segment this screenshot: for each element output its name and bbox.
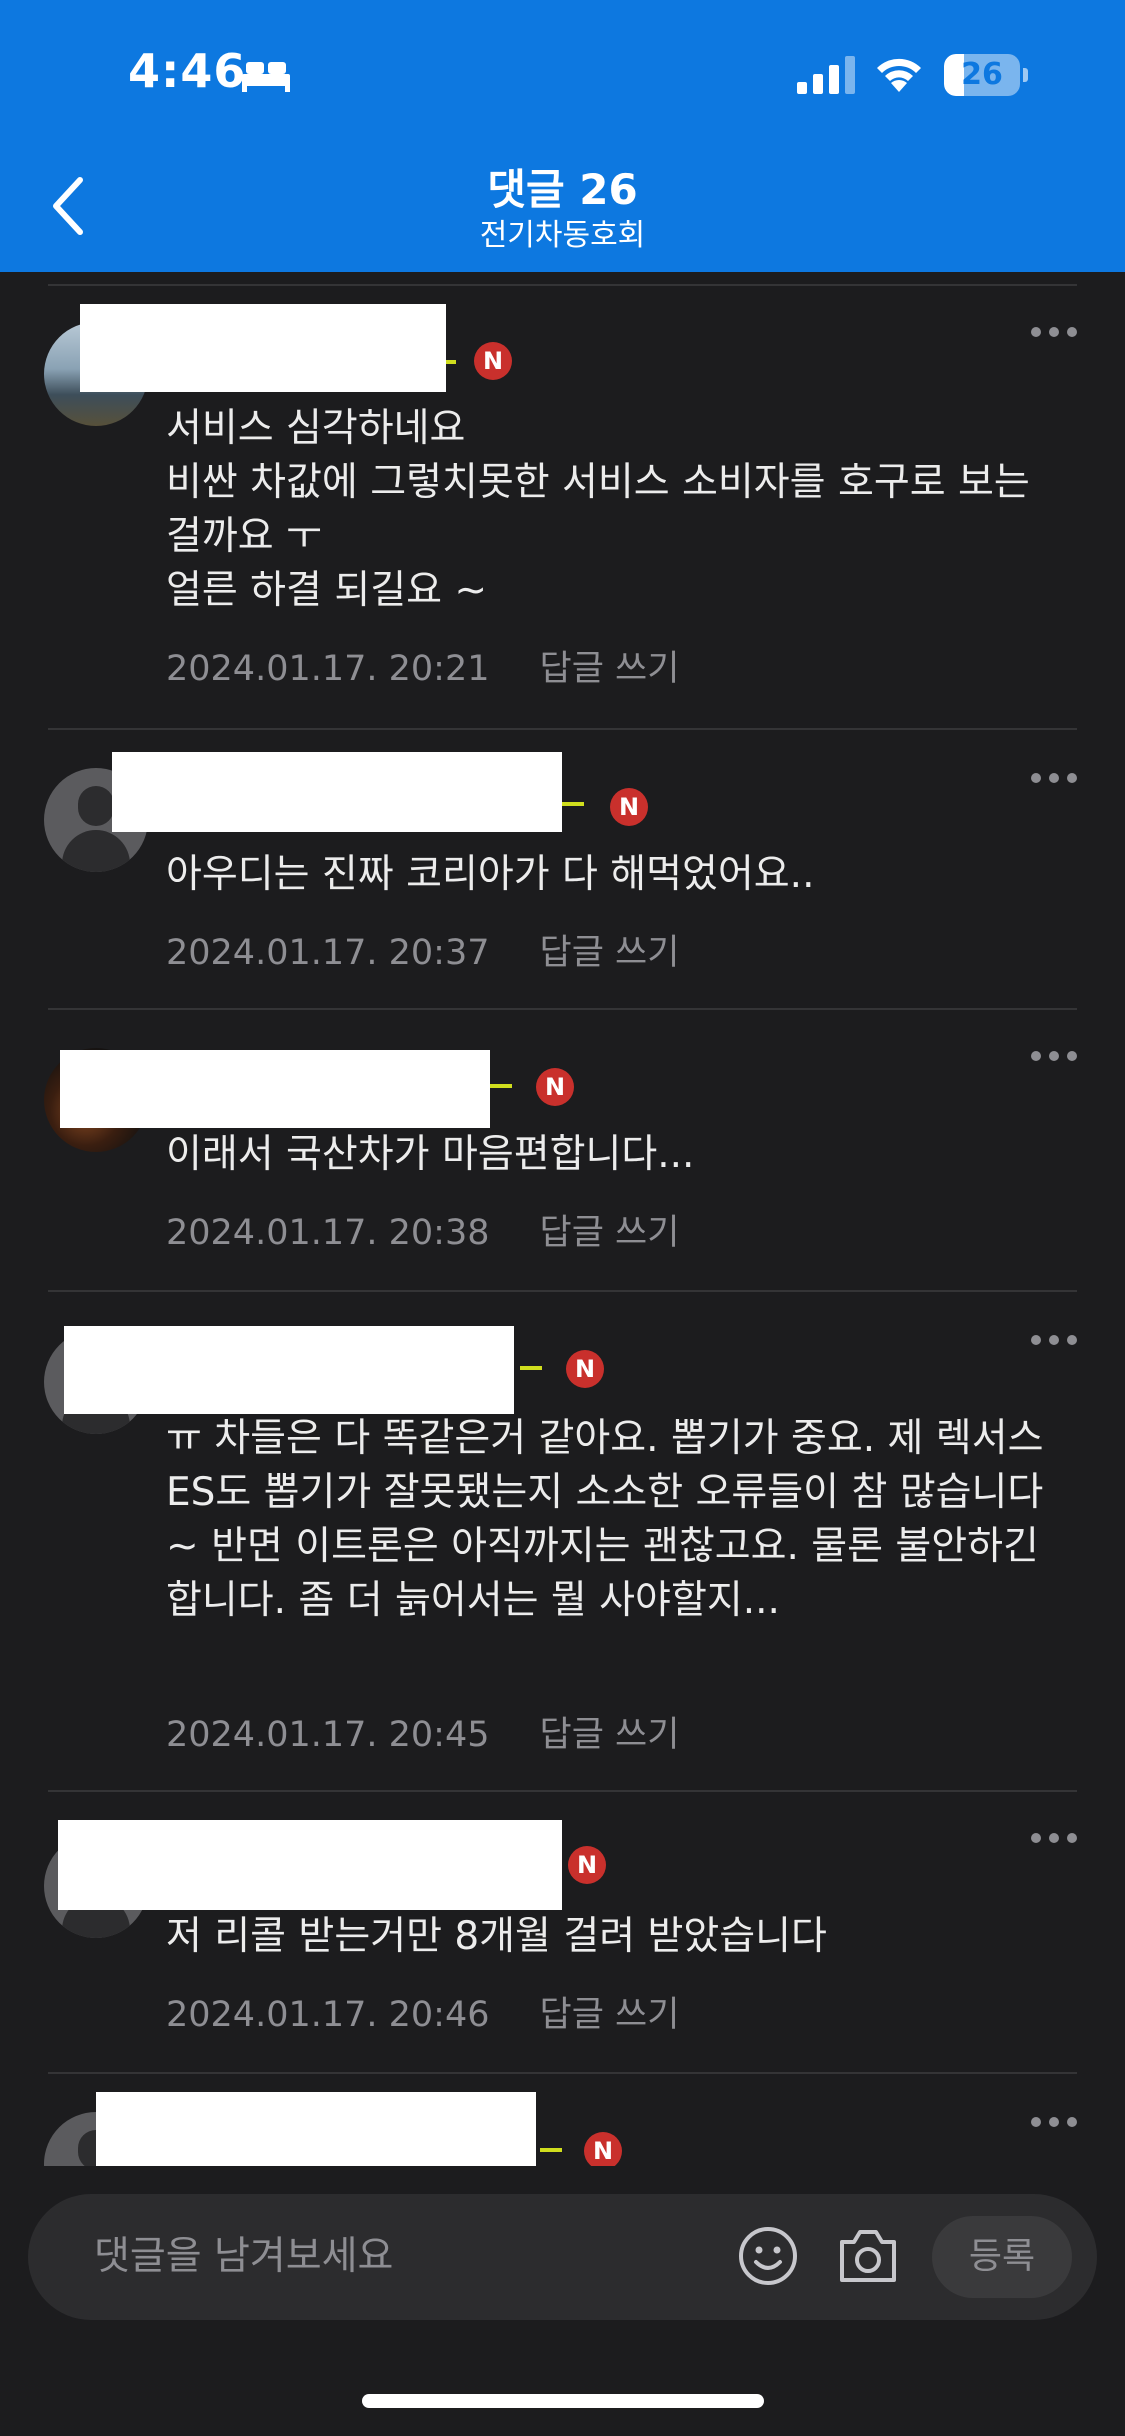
divider	[48, 284, 1077, 286]
more-icon[interactable]	[1030, 326, 1078, 338]
new-badge: N	[474, 342, 512, 380]
comment-text: 저 리콜 받는거만 8개월 걸려 받았습니다	[166, 1914, 827, 1959]
comment-date: 2024.01.17. 20:38	[166, 1213, 490, 1253]
divider	[48, 1790, 1077, 1792]
more-icon[interactable]	[1030, 772, 1078, 784]
emoji-icon[interactable]	[736, 2224, 800, 2288]
battery-level: 26	[961, 57, 1003, 92]
more-icon[interactable]	[1030, 1334, 1078, 1346]
reply-button[interactable]: 답글 쓰기	[540, 1213, 680, 1253]
divider	[48, 1008, 1077, 1010]
more-icon[interactable]	[1030, 1050, 1078, 1062]
page-title: 댓글 26	[487, 165, 638, 214]
name-underline	[562, 802, 584, 806]
comment-meta: 2024.01.17. 20:21 답글 쓰기	[166, 640, 679, 691]
comment-text: 아우디는 진짜 코리아가 다 해먹었어요..	[166, 852, 815, 897]
battery-indicator: 26	[944, 54, 1028, 96]
new-badge: N	[610, 788, 648, 826]
name-underline	[540, 2148, 562, 2152]
divider	[48, 2072, 1077, 2074]
comment-date: 2024.01.17. 20:37	[166, 933, 490, 973]
divider	[48, 1290, 1077, 1292]
more-icon[interactable]	[1030, 2116, 1078, 2128]
author-name-redacted[interactable]	[60, 1050, 490, 1128]
new-badge: N	[568, 1846, 606, 1884]
comment-meta: 2024.01.17. 20:37 답글 쓰기	[166, 924, 679, 975]
comment-input[interactable]: 댓글을 남겨보세요	[94, 2194, 393, 2320]
author-name-redacted[interactable]	[64, 1326, 514, 1414]
name-underline	[446, 360, 456, 364]
comment-text: 서비스 심각하네요 비싼 차값에 그렇치못한 서비스 소비자를 호구로 보는걸까…	[166, 406, 1030, 613]
reply-button[interactable]: 답글 쓰기	[540, 649, 680, 689]
comment-text: ㅠ 차들은 다 똑같은거 같아요. 뽑기가 중요. 제 렉서스 ES도 뽑기가 …	[166, 1416, 1044, 1623]
reply-button[interactable]: 답글 쓰기	[540, 1995, 680, 2035]
sleep-icon	[242, 62, 290, 92]
submit-button[interactable]: 등록	[932, 2216, 1072, 2298]
author-name-redacted[interactable]	[96, 2092, 536, 2166]
top-bar: 4:46 26 댓글 26 전기차동호회	[0, 0, 1125, 272]
comment-date: 2024.01.17. 20:46	[166, 1995, 490, 2035]
new-badge: N	[536, 1068, 574, 1106]
comment-meta: 2024.01.17. 20:38 답글 쓰기	[166, 1204, 679, 1255]
reply-button[interactable]: 답글 쓰기	[540, 933, 680, 973]
name-underline	[490, 1084, 512, 1088]
wifi-icon	[877, 58, 921, 92]
divider	[48, 728, 1077, 730]
reply-button[interactable]: 답글 쓰기	[540, 1715, 680, 1755]
signal-icon	[797, 56, 855, 94]
comment-text: 이래서 국산차가 마음편합니다...	[166, 1132, 695, 1177]
author-name-redacted[interactable]	[112, 752, 562, 832]
page-subtitle: 전기차동호회	[479, 218, 646, 253]
comment-date: 2024.01.17. 20:21	[166, 649, 490, 689]
author-name-redacted[interactable]	[58, 1820, 562, 1910]
status-time: 4:46	[128, 44, 247, 98]
more-icon[interactable]	[1030, 1832, 1078, 1844]
name-underline	[520, 1366, 542, 1370]
author-name-redacted[interactable]	[80, 304, 446, 392]
comment-input-bar: 댓글을 남겨보세요 등록	[28, 2194, 1097, 2320]
home-indicator[interactable]	[362, 2394, 764, 2408]
comment-meta: 2024.01.17. 20:45 답글 쓰기	[166, 1706, 679, 1757]
comment-date: 2024.01.17. 20:45	[166, 1715, 490, 1755]
new-badge: N	[584, 2132, 622, 2166]
comment-meta: 2024.01.17. 20:46 답글 쓰기	[166, 1986, 679, 2037]
new-badge: N	[566, 1350, 604, 1388]
camera-icon[interactable]	[836, 2226, 900, 2286]
comment-list[interactable]: N 서비스 심각하네요 비싼 차값에 그렇치못한 서비스 소비자를 호구로 보는…	[0, 272, 1125, 2166]
